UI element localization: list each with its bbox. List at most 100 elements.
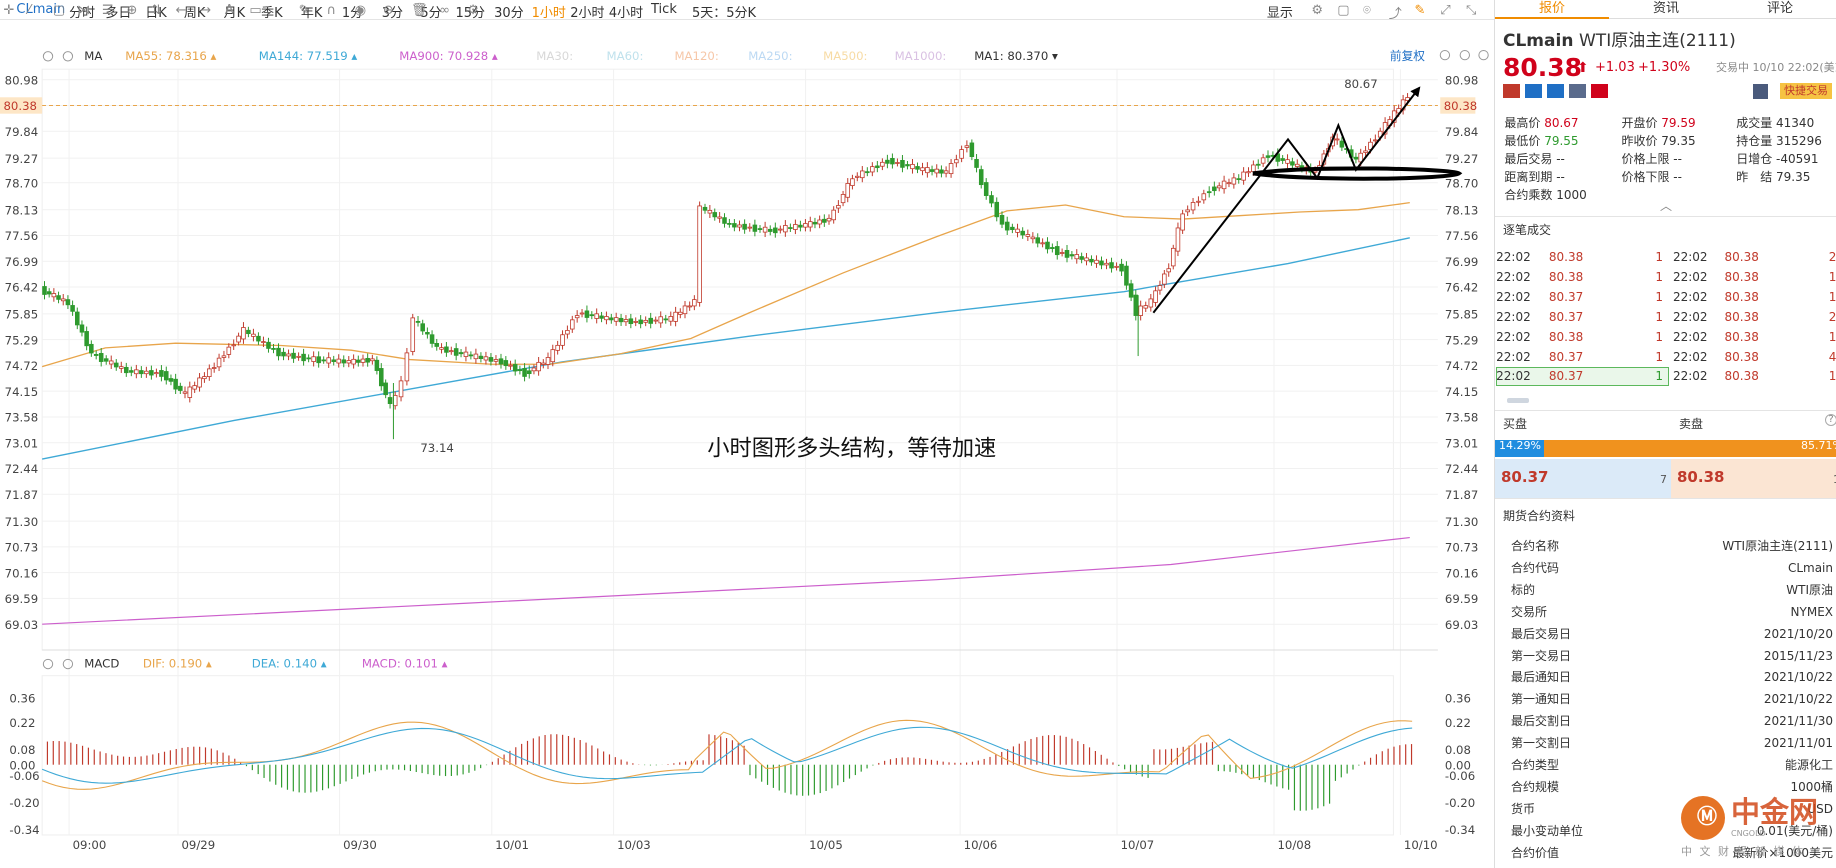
candle-body — [1124, 265, 1129, 286]
camera-icon[interactable]: ⌾ — [1363, 3, 1371, 18]
price-tick-label-left: 70.16 — [5, 566, 38, 580]
candle-body — [722, 217, 727, 224]
indicator-icon[interactable]: ⊕ — [126, 3, 137, 18]
lightning-icon[interactable] — [1525, 84, 1542, 98]
divider — [1495, 410, 1836, 411]
macd-bar — [1059, 735, 1061, 765]
compare-icon[interactable]: ⇅ — [151, 3, 162, 18]
tick-cell: 1 — [1655, 269, 1664, 284]
bell-icon[interactable] — [1753, 84, 1768, 99]
candle-body — [331, 359, 336, 363]
period-tab-13[interactable]: 2小时 — [570, 2, 604, 21]
zoom-out-icon[interactable] — [1459, 49, 1471, 61]
people-icon[interactable] — [1547, 84, 1564, 98]
magnet-icon[interactable]: ⋈ — [77, 3, 90, 18]
quote-stat: 最后交易 -- — [1504, 151, 1565, 167]
macd-bar — [1229, 764, 1231, 772]
tab-comments[interactable]: 评论 — [1723, 0, 1836, 19]
quote-stat-value: -- — [1673, 170, 1682, 185]
contract-title: 期货合约资料 — [1503, 509, 1576, 523]
candle-body — [1133, 294, 1139, 316]
period-tab-15[interactable]: Tick — [651, 2, 677, 17]
comment-icon[interactable]: ▭ — [249, 3, 261, 18]
candle-body — [845, 183, 851, 198]
candle-body — [885, 159, 890, 164]
period-tab-11[interactable]: 30分 — [494, 2, 524, 21]
back-icon[interactable]: ← — [176, 3, 187, 18]
expand-icon[interactable]: ⤡ — [1466, 3, 1476, 18]
contract-value: WTI原油主连(2111) — [1722, 539, 1833, 554]
crosshair-icon[interactable]: ✛ — [4, 3, 15, 18]
font-icon[interactable]: A — [225, 3, 234, 18]
period-tab-12[interactable]: 1小时 — [532, 2, 566, 21]
tab-news[interactable]: 资讯 — [1609, 0, 1723, 19]
document-icon[interactable] — [1569, 84, 1586, 98]
trash-icon[interactable]: 🗑 — [411, 3, 428, 18]
quote-stat-key: 价格下限 — [1621, 170, 1674, 185]
display-menu-button[interactable]: 显示 — [1267, 2, 1293, 21]
settings-icon[interactable] — [42, 51, 54, 62]
tab-quote[interactable]: 报价 — [1495, 0, 1609, 19]
hide-icon[interactable] — [62, 51, 74, 62]
candle-body — [1260, 157, 1266, 164]
period-tab-5[interactable]: 季K — [261, 2, 283, 21]
gear-icon[interactable]: ⚙ — [467, 3, 479, 18]
price-tick-label-left: 70.73 — [5, 541, 38, 555]
lock-icon[interactable]: ⊖ — [383, 3, 394, 18]
candle-body — [697, 205, 702, 303]
rect-icon[interactable]: ▢ — [53, 3, 65, 18]
edit-icon[interactable]: ✎ — [1414, 3, 1425, 18]
candle-body — [70, 305, 75, 312]
zoom-in-icon[interactable] — [1478, 49, 1489, 61]
hide-icon[interactable] — [62, 658, 74, 670]
link-icon[interactable]: ∞ — [439, 3, 450, 18]
macd-bar — [64, 741, 66, 765]
text-style-icon[interactable]: ☰ — [102, 3, 114, 18]
macd-bar — [380, 764, 382, 771]
forward-icon[interactable]: → — [200, 3, 211, 18]
macd-bar — [1305, 764, 1307, 811]
collapse-chevron-icon[interactable]: ︿ — [1660, 198, 1672, 214]
macd-bar — [327, 764, 330, 789]
date-tick-label: 09/29 — [181, 838, 215, 852]
pen-icon[interactable]: ✎ — [299, 3, 310, 18]
price-chart[interactable]: 80.98 80.98 79.84 79.84 79.27 79.27 78.70 78.70… — [0, 20, 1494, 868]
candle-body — [555, 344, 560, 351]
contract-row: 第一通知日 2021/10/22 — [1511, 688, 1833, 710]
macd-bar — [158, 753, 160, 765]
settings-icon[interactable] — [42, 658, 54, 670]
macd-tick-label-right: -0.34 — [1445, 823, 1475, 837]
candle-body — [678, 311, 683, 315]
candle-body — [732, 223, 737, 228]
magnet2-icon[interactable]: ∩ — [327, 3, 337, 18]
heart-icon[interactable] — [1591, 84, 1608, 98]
macd-bar — [58, 741, 60, 765]
ticks-scrollbar[interactable] — [1507, 398, 1529, 403]
settings-gear-icon[interactable]: ⚙ — [1311, 3, 1323, 18]
macd-bar — [439, 764, 441, 776]
undo-icon[interactable] — [1439, 49, 1451, 61]
draw-line-icon[interactable]: ⁄ — [28, 3, 30, 18]
eye-icon[interactable]: ◉ — [355, 3, 366, 18]
period-tab-14[interactable]: 4小时 — [609, 2, 643, 21]
candle-body — [560, 334, 565, 346]
contract-key: 最后通知日 — [1511, 670, 1572, 685]
macd-bar — [421, 764, 423, 774]
candle-body — [197, 377, 202, 388]
quick-trade-button[interactable]: 快捷交易 — [1780, 83, 1832, 99]
macd-bar — [1083, 744, 1085, 765]
period-tab-16[interactable]: 5天：5分K — [692, 2, 756, 21]
candle-body — [236, 335, 241, 343]
macd-bar — [1153, 749, 1155, 765]
candle-body — [1353, 156, 1359, 160]
fullscreen-icon[interactable]: ⤢ — [1440, 3, 1450, 18]
macd-bar — [1053, 735, 1055, 765]
candle-body — [46, 291, 52, 295]
candle-body — [1157, 285, 1163, 291]
candle-body — [905, 164, 910, 167]
contract-row: 交易所 NYMEX — [1511, 601, 1833, 623]
help-icon[interactable]: ? — [1825, 414, 1836, 426]
contract-value: CLmain — [1787, 561, 1833, 575]
layout-icon[interactable]: ▢ — [1337, 3, 1349, 18]
candle-body — [574, 315, 580, 319]
